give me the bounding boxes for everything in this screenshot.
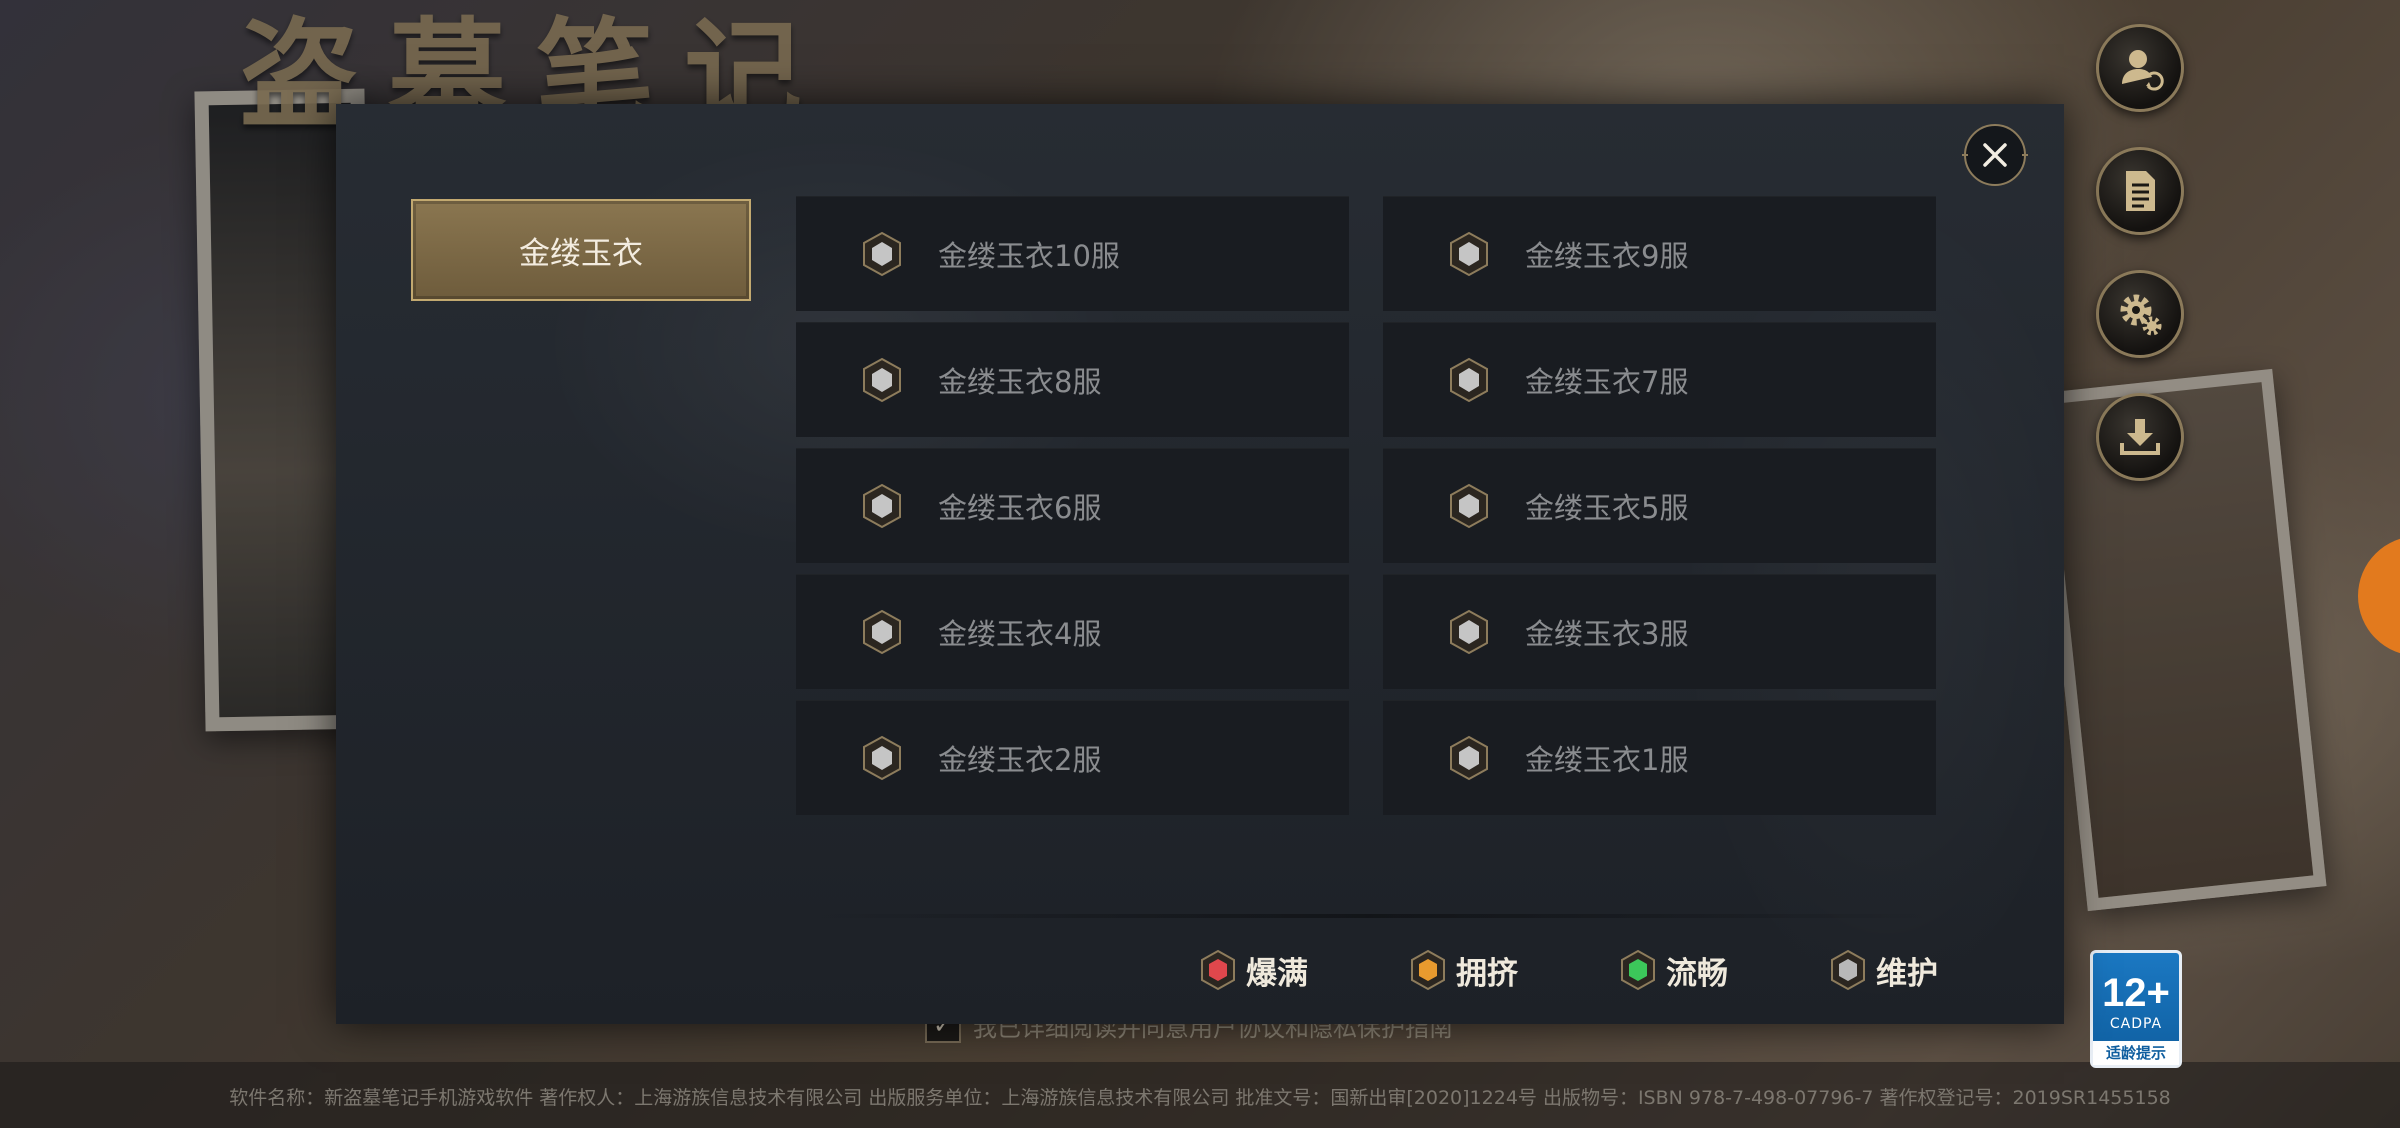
smooth-status-icon xyxy=(1621,949,1655,991)
maintenance-status-icon xyxy=(1831,949,1865,991)
maintenance-status-icon xyxy=(863,483,901,528)
server-item[interactable]: 金缕玉衣10服 xyxy=(796,196,1349,311)
age-rating-org: CADPA xyxy=(2109,1016,2163,1032)
legend-label: 流畅 xyxy=(1666,955,1728,992)
download-button[interactable] xyxy=(2096,393,2184,481)
legend-smooth: 流畅 xyxy=(1620,940,1728,1000)
server-item[interactable]: 金缕玉衣7服 xyxy=(1383,322,1936,437)
maintenance-status-icon xyxy=(1450,609,1488,654)
account-button[interactable] xyxy=(2096,24,2184,112)
settings-button[interactable] xyxy=(2096,270,2184,358)
server-item[interactable]: 金缕玉衣1服 xyxy=(1383,700,1936,815)
server-item[interactable]: 金缕玉衣4服 xyxy=(796,574,1349,689)
user-switch-icon xyxy=(2122,50,2164,91)
legend-busy: 拥挤 xyxy=(1410,940,1518,1000)
server-item[interactable]: 金缕玉衣2服 xyxy=(796,700,1349,815)
download-icon xyxy=(2120,419,2160,455)
maintenance-status-icon xyxy=(863,735,901,780)
server-item[interactable]: 金缕玉衣3服 xyxy=(1383,574,1936,689)
server-name: 金缕玉衣5服 xyxy=(1525,490,1689,525)
server-name: 金缕玉衣3服 xyxy=(1525,616,1689,651)
server-item[interactable]: 金缕玉衣8服 xyxy=(796,322,1349,437)
server-name: 金缕玉衣9服 xyxy=(1525,238,1689,273)
server-name: 金缕玉衣10服 xyxy=(938,238,1120,273)
legend-label: 爆满 xyxy=(1246,955,1308,992)
maintenance-status-icon xyxy=(1450,483,1488,528)
server-name: 金缕玉衣2服 xyxy=(938,742,1102,777)
copyright-text: 软件名称：新盗墓笔记手机游戏软件 著作权人：上海游族信息技术有限公司 出版服务单… xyxy=(229,1087,2171,1109)
maintenance-status-icon xyxy=(863,357,901,402)
busy-status-icon xyxy=(1411,949,1445,991)
server-name: 金缕玉衣4服 xyxy=(938,616,1102,651)
maintenance-status-icon xyxy=(863,609,901,654)
close-icon xyxy=(1962,124,2028,186)
maintenance-status-icon xyxy=(1450,357,1488,402)
notice-button[interactable] xyxy=(2096,147,2184,235)
age-rating-badge[interactable]: 12+ CADPA 适龄提示 xyxy=(2090,950,2182,1068)
server-item[interactable]: 金缕玉衣5服 xyxy=(1383,448,1936,563)
server-name: 金缕玉衣7服 xyxy=(1525,364,1689,399)
legend-label: 拥挤 xyxy=(1456,955,1518,992)
server-category-tab[interactable]: 金缕玉衣 xyxy=(411,199,751,301)
age-rating-number: 12+ xyxy=(2102,971,2170,1015)
server-item[interactable]: 金缕玉衣6服 xyxy=(796,448,1349,563)
status-legend: 爆满 拥挤 流畅 维护 xyxy=(336,940,2064,1000)
server-name: 金缕玉衣8服 xyxy=(938,364,1102,399)
maintenance-status-icon xyxy=(863,231,901,276)
age-rating-tip: 适龄提示 xyxy=(2093,1041,2179,1065)
divider xyxy=(796,914,1942,918)
legend-maintenance: 维护 xyxy=(1830,940,1938,1000)
maintenance-status-icon xyxy=(1450,231,1488,276)
server-select-dialog: 金缕玉衣 金缕玉衣10服 金缕玉衣9服 金缕玉衣8服 金缕玉衣7服 金缕玉衣6服… xyxy=(336,104,2064,1024)
legend-label: 维护 xyxy=(1876,955,1938,992)
gear-icon xyxy=(2120,294,2162,336)
document-icon xyxy=(2126,171,2155,211)
server-name: 金缕玉衣1服 xyxy=(1525,742,1689,777)
server-item[interactable]: 金缕玉衣9服 xyxy=(1383,196,1936,311)
close-button[interactable] xyxy=(1958,118,2032,192)
server-list: 金缕玉衣10服 金缕玉衣9服 金缕玉衣8服 金缕玉衣7服 金缕玉衣6服 金缕玉衣… xyxy=(796,196,1942,815)
legend-full: 爆满 xyxy=(1200,940,1308,1000)
full-status-icon xyxy=(1201,949,1235,991)
maintenance-status-icon xyxy=(1450,735,1488,780)
server-name: 金缕玉衣6服 xyxy=(938,490,1102,525)
